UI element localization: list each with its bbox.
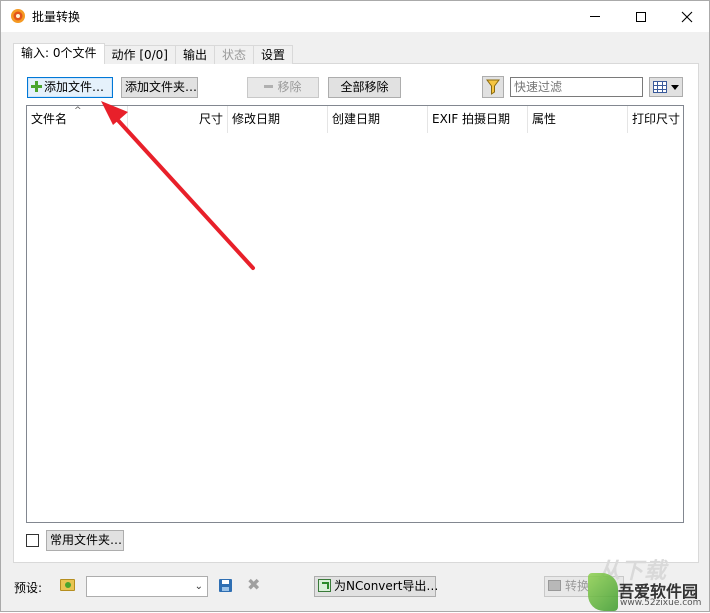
quick-filter-input[interactable] — [510, 77, 643, 97]
convert-icon — [548, 580, 561, 591]
export-icon — [318, 579, 331, 592]
app-icon — [11, 9, 25, 23]
export-label: 为NConvert导出… — [334, 579, 439, 593]
export-nconvert-button[interactable]: 为NConvert导出… — [314, 576, 439, 597]
watermark-url: www.52zixue.com — [620, 598, 702, 608]
grid-view-icon — [653, 81, 667, 93]
column-header-created-date[interactable]: 创建日期 — [328, 106, 428, 133]
chevron-down-icon: ⌄ — [194, 581, 203, 592]
remove-label: 移除 — [277, 80, 302, 94]
file-list[interactable]: ^ 文件名 尺寸 修改日期 创建日期 EXIF 拍摄日期 属性 打印尺寸 — [26, 105, 684, 523]
watermark-name: 吾爱软件园 — [618, 582, 699, 601]
remove-all-button[interactable]: 全部移除 — [328, 77, 401, 98]
dropdown-arrow-icon — [671, 85, 679, 90]
preset-select[interactable]: ⌄ — [86, 576, 208, 597]
maximize-button[interactable] — [618, 1, 664, 32]
window-title: 批量转换 — [32, 10, 81, 24]
file-list-header: ^ 文件名 尺寸 修改日期 创建日期 EXIF 拍摄日期 属性 打印尺寸 — [27, 106, 683, 133]
batch-convert-window: 批量转换 输入: 0个文件 动作 [0/0] 输出 状态 设置 添加文件… 添加… — [0, 0, 710, 612]
title-bar: 批量转换 — [1, 1, 709, 32]
column-label: 文件名 — [31, 112, 68, 126]
convert-label: 转换 — [565, 579, 590, 593]
tab-actions[interactable]: 动作 [0/0] — [103, 45, 176, 64]
column-header-filename[interactable]: ^ 文件名 — [27, 106, 128, 133]
column-header-print-size[interactable]: 打印尺寸 — [628, 106, 683, 133]
filter-toggle-button[interactable] — [482, 76, 504, 98]
maximize-icon — [636, 11, 646, 22]
common-folders-button[interactable]: 常用文件夹… — [46, 530, 124, 551]
tab-settings[interactable]: 设置 — [253, 45, 294, 64]
column-header-exif-date[interactable]: EXIF 拍摄日期 — [428, 106, 528, 133]
minimize-icon — [590, 16, 600, 17]
minimize-button[interactable] — [572, 1, 618, 32]
preset-label: 预设: — [14, 581, 43, 595]
delete-preset-icon[interactable]: ✖ — [247, 577, 260, 593]
remove-button: 移除 — [247, 77, 319, 98]
view-mode-button[interactable] — [649, 77, 683, 97]
column-header-attributes[interactable]: 属性 — [528, 106, 628, 133]
column-header-size[interactable]: 尺寸 — [128, 106, 228, 133]
sort-ascending-icon: ^ — [74, 106, 82, 116]
tab-output[interactable]: 输出 — [175, 45, 216, 64]
add-files-label: 添加文件… — [44, 80, 105, 94]
save-preset-icon[interactable] — [219, 579, 232, 592]
common-folders-checkbox[interactable] — [26, 534, 39, 547]
add-files-button[interactable]: 添加文件… — [27, 77, 113, 98]
funnel-icon — [486, 79, 500, 95]
column-header-modified-date[interactable]: 修改日期 — [228, 106, 328, 133]
add-folder-button[interactable]: 添加文件夹… — [121, 77, 198, 98]
minus-icon — [264, 85, 274, 88]
convert-button: 转换 — [544, 576, 624, 597]
close-button[interactable] — [664, 1, 710, 32]
open-preset-folder-icon[interactable] — [60, 579, 75, 591]
tab-bar: 输入: 0个文件 动作 [0/0] 输出 状态 设置 — [13, 43, 294, 64]
tab-input[interactable]: 输入: 0个文件 — [13, 43, 105, 64]
plus-icon — [31, 81, 42, 92]
tab-status: 状态 — [214, 45, 255, 64]
close-icon — [681, 11, 693, 22]
